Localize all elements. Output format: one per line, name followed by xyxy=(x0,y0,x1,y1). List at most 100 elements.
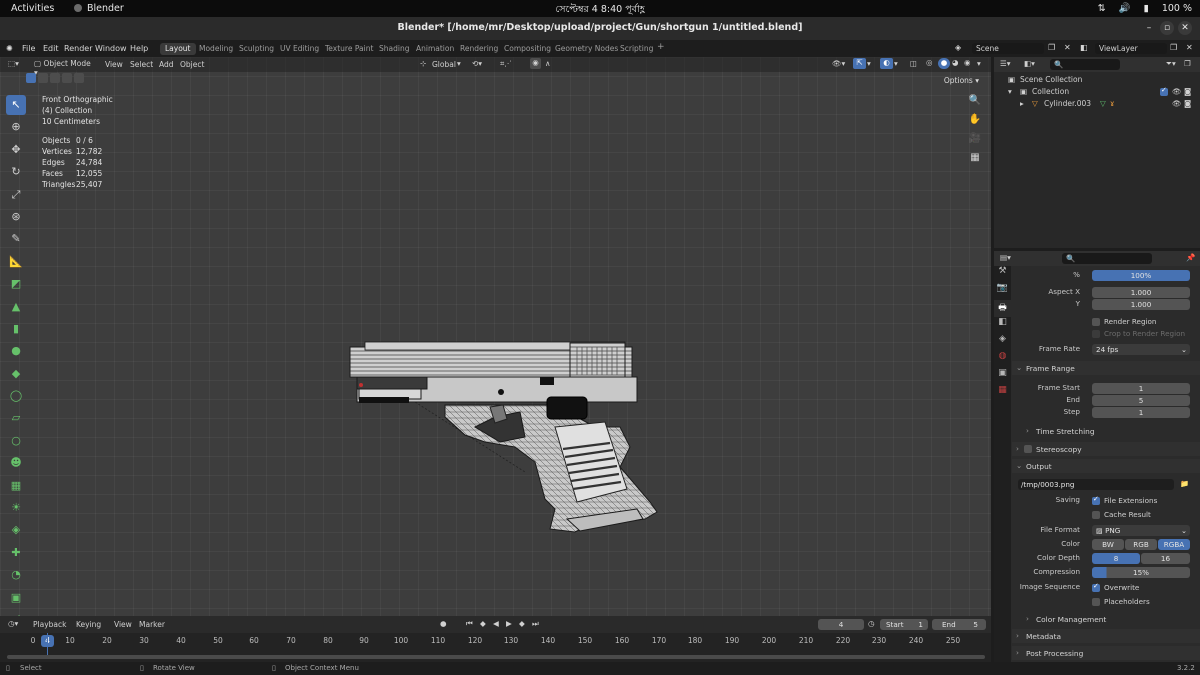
add-cylinder-tool-icon[interactable]: ▮ xyxy=(6,319,26,339)
view-layer-selector[interactable]: ViewLayer xyxy=(1095,43,1167,54)
viewport-menu-select[interactable]: Select xyxy=(130,60,153,71)
aspect-x-field[interactable]: 1.000 xyxy=(1092,287,1190,298)
menu-file[interactable]: File xyxy=(22,44,35,53)
render-tab-icon[interactable]: 📷 xyxy=(994,283,1011,300)
expand-icon[interactable]: ▾ xyxy=(1008,87,1012,96)
cursor-tool-icon[interactable]: ⊕ xyxy=(6,117,26,137)
close-icon[interactable]: ✕ xyxy=(1178,21,1192,35)
preview-range-icon[interactable]: ◷ xyxy=(868,619,875,630)
color-depth-8-button[interactable]: 8 xyxy=(1092,553,1140,564)
workspace-tab-compositing[interactable]: Compositing xyxy=(499,43,556,55)
visibility-icon[interactable]: 👁▾ xyxy=(832,59,845,70)
add-plane-tool-icon[interactable]: ▱ xyxy=(6,408,26,428)
overwrite-checkbox[interactable] xyxy=(1092,582,1100,592)
frame-start-field[interactable]: 1 xyxy=(1092,383,1190,394)
metadata-panel-header[interactable]: › Metadata xyxy=(1012,629,1200,643)
play-icon[interactable]: ▶ xyxy=(506,619,512,630)
render-region-row[interactable]: Render Region xyxy=(1012,316,1200,328)
texture-tab-icon[interactable]: ▦ xyxy=(994,385,1011,402)
properties-search-input[interactable]: 🔍 xyxy=(1062,253,1152,264)
visibility-eye-icon[interactable]: 👁 xyxy=(1172,99,1182,108)
clock[interactable]: সেপ্টেম্বর 4 8:40 পূর্বাহ্ণ xyxy=(0,3,1200,18)
filter-icon[interactable]: ⏷▾ xyxy=(1166,59,1176,70)
shading-material-icon[interactable]: ◕ xyxy=(952,58,959,69)
stereoscopy-panel-header[interactable]: › Stereoscopy xyxy=(1012,442,1200,456)
record-keyframes-icon[interactable]: ● xyxy=(440,619,447,630)
add-ico-sphere-tool-icon[interactable]: ◆ xyxy=(6,364,26,384)
frame-step-field[interactable]: 1 xyxy=(1092,407,1190,418)
collection-tab-icon[interactable]: ▣ xyxy=(994,368,1011,385)
viewport-menu-view[interactable]: View xyxy=(105,60,123,71)
world-tab-icon[interactable]: ◍ xyxy=(994,351,1011,368)
add-grid-tool-icon[interactable]: ▦ xyxy=(6,476,26,496)
cache-result-row[interactable]: Cache Result xyxy=(1012,509,1200,521)
maximize-icon[interactable]: ▫ xyxy=(1160,21,1174,35)
zoom-icon[interactable]: 🔍 xyxy=(967,95,983,114)
new-scene-icon[interactable]: ❐ xyxy=(1048,43,1055,52)
menu-render[interactable]: Render xyxy=(64,44,92,53)
end-frame-field[interactable]: End 5 xyxy=(932,619,986,630)
color-rgb-button[interactable]: RGB xyxy=(1125,539,1157,550)
outliner[interactable]: ☰▾ ◧▾ 🔍 ⏷▾ ❐ ▣ Scene Collection ▾ ▣ Coll… xyxy=(994,57,1200,248)
xray-toggle-icon[interactable]: ◫ xyxy=(910,59,917,70)
properties-editor-type-icon[interactable]: ▤▾ xyxy=(1000,253,1011,264)
gizmo-toggle-icon[interactable]: ⇱ xyxy=(853,58,866,69)
timeline-scrollbar[interactable] xyxy=(7,655,985,659)
scale-tool-icon[interactable]: ⤢ xyxy=(6,185,26,205)
overlays-toggle-icon[interactable]: ◐ xyxy=(880,58,893,69)
post-processing-panel-header[interactable]: › Post Processing xyxy=(1012,646,1200,660)
rotate-tool-icon[interactable]: ↻ xyxy=(6,162,26,182)
measure-tool-icon[interactable]: 📐 xyxy=(6,252,26,272)
output-panel-header[interactable]: ⌄ Output xyxy=(1012,459,1200,473)
delete-view-layer-icon[interactable]: ✕ xyxy=(1186,43,1193,52)
output-path-input[interactable]: /tmp/0003.png xyxy=(1018,479,1174,490)
color-management-panel-header[interactable]: › Color Management xyxy=(1012,612,1200,626)
resolution-percent-field[interactable]: 100% xyxy=(1092,270,1190,281)
shading-dropdown-icon[interactable]: ▾ xyxy=(977,59,981,70)
add-speaker-tool-icon[interactable]: ◔ xyxy=(6,565,26,585)
select-box-tool-icon[interactable]: ↖ xyxy=(6,95,26,115)
pan-hand-icon[interactable]: ✋ xyxy=(967,114,983,133)
timeline-editor[interactable]: ◷▾ Playback Keying View Marker ● ⏮ ◆ ◀ ▶… xyxy=(0,616,991,662)
jump-start-icon[interactable]: ⏮ xyxy=(466,619,473,630)
add-text-tool-icon[interactable]: ▣ xyxy=(6,588,26,608)
workspace-tab-modeling[interactable]: Modeling xyxy=(194,43,238,55)
start-frame-field[interactable]: Start 1 xyxy=(880,619,928,630)
add-light-tool-icon[interactable]: ☀ xyxy=(6,498,26,518)
time-stretching-panel-header[interactable]: › Time Stretching xyxy=(1012,424,1200,438)
overlays-dropdown-icon[interactable]: ▾ xyxy=(894,59,898,70)
frame-rate-select[interactable]: 24 fps ⌄ xyxy=(1092,344,1190,355)
aspect-y-field[interactable]: 1.000 xyxy=(1092,299,1190,310)
shading-solid-icon[interactable]: ● xyxy=(938,58,950,69)
menu-edit[interactable]: Edit xyxy=(43,44,59,53)
add-workspace-button[interactable]: + xyxy=(652,41,670,53)
add-empty-tool-icon[interactable]: ✚ xyxy=(6,543,26,563)
render-camera-icon[interactable]: ◙ xyxy=(1184,99,1191,108)
new-collection-icon[interactable]: ❐ xyxy=(1184,59,1191,70)
blender-logo-icon[interactable]: ✺ xyxy=(6,44,13,53)
pistol-model[interactable] xyxy=(345,277,665,542)
tool-tab-icon[interactable]: ⚒ xyxy=(994,266,1011,283)
select-invert-icon[interactable] xyxy=(62,73,72,83)
play-reverse-icon[interactable]: ◀ xyxy=(493,619,499,630)
delete-scene-icon[interactable]: ✕ xyxy=(1064,43,1071,52)
display-mode-icon[interactable]: ◧▾ xyxy=(1024,59,1035,70)
outliner-row-collection[interactable]: ▾ ▣ Collection 👁 ◙ xyxy=(994,86,1200,99)
system-tray[interactable]: ⇅ 🔊 ▮ 100 % xyxy=(1088,3,1192,14)
workspace-tab-layout[interactable]: Layout xyxy=(160,43,196,55)
render-region-checkbox[interactable] xyxy=(1092,318,1100,326)
workspace-tab-uv-editing[interactable]: UV Editing xyxy=(275,43,324,55)
workspace-tab-geometry-nodes[interactable]: Geometry Nodes xyxy=(550,43,623,55)
properties-editor[interactable]: ▤▾ 🔍 📌 ⚒ 📷 🖶 ◧ ◈ ◍ ▣ ▦ % 100% Aspect X 1… xyxy=(994,251,1200,662)
scene-tab-icon[interactable]: ◈ xyxy=(994,334,1011,351)
crop-region-checkbox[interactable] xyxy=(1092,330,1100,338)
viewport-options-button[interactable]: Options ▾ xyxy=(944,76,979,85)
exclude-checkbox[interactable] xyxy=(1160,86,1168,96)
jump-end-icon[interactable]: ⏭ xyxy=(532,619,539,630)
workspace-tab-animation[interactable]: Animation xyxy=(411,43,459,55)
editor-type-icon[interactable]: ⬚▾ xyxy=(8,59,19,70)
perspective-grid-icon[interactable]: ▦ xyxy=(967,152,983,171)
workspace-tab-rendering[interactable]: Rendering xyxy=(455,43,503,55)
outliner-editor-type-icon[interactable]: ☰▾ xyxy=(1000,59,1011,70)
add-camera-tool-icon[interactable]: ◈ xyxy=(6,520,26,540)
